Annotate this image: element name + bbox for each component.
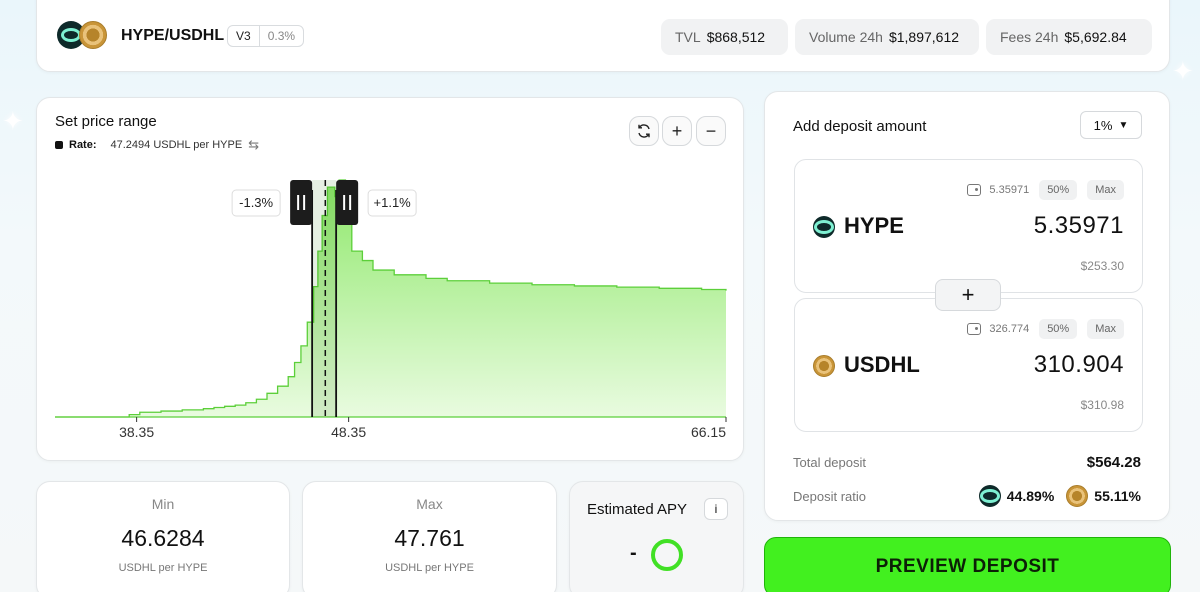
wallet-icon (967, 184, 982, 196)
rate-label: Rate: (69, 139, 97, 151)
deposit-ratio: 44.89% 55.11% (967, 485, 1141, 507)
amount-input[interactable]: 5.35971 (1034, 212, 1124, 240)
token-input-hype[interactable]: 5.35971 50% Max HYPE 5.35971 $253.30 (794, 159, 1143, 293)
total-deposit-value: $564.28 (1086, 454, 1141, 471)
preview-deposit-button[interactable]: PREVIEW DEPOSIT (764, 537, 1171, 592)
rate-value: 47.2494 USDHL per HYPE (110, 139, 243, 151)
balance-value: 5.35971 (989, 184, 1030, 196)
half-button[interactable]: 50% (1039, 319, 1078, 339)
pool-header: HYPE/USDHL V3 0.3% TVL $868,512 Volume 2… (36, 0, 1170, 72)
x-tick-label: 48.35 (331, 424, 366, 440)
usdhl-token-icon (813, 355, 835, 377)
min-price-input[interactable]: 46.6284 (37, 525, 289, 552)
token-name: HYPE (844, 213, 904, 238)
balance-value: 326.774 (989, 323, 1030, 335)
slippage-value: 1% (1093, 117, 1113, 133)
apy-ring-icon (651, 539, 683, 571)
reset-range-button[interactable] (629, 116, 659, 146)
ratio-usdhl: 55.11% (1066, 485, 1141, 507)
stat-label: Volume 24h (809, 29, 883, 45)
apy-title: Estimated APY (587, 501, 688, 518)
zoom-out-button[interactable]: − (696, 116, 726, 146)
ratio-hype-value: 44.89% (1006, 488, 1055, 504)
half-button[interactable]: 50% (1039, 180, 1078, 200)
stat-tvl: TVL $868,512 (661, 19, 788, 55)
estimated-apy-card: Estimated APY i - (569, 481, 744, 592)
pair-name: HYPE/USDHL (121, 27, 225, 44)
amount-input[interactable]: 310.904 (1034, 351, 1124, 379)
max-price-input[interactable]: 47.761 (303, 525, 556, 552)
usdhl-token-icon (1066, 485, 1089, 507)
plus-icon: + (935, 279, 1001, 311)
sparkle-icon: ✦ (1172, 56, 1194, 86)
stat-volume: Volume 24h $1,897,612 (795, 19, 979, 55)
min-range-handle[interactable] (290, 180, 313, 225)
selected-range (312, 180, 337, 417)
info-icon[interactable]: i (704, 498, 728, 520)
chevron-down-icon: ▼ (1118, 119, 1129, 131)
ratio-usdhl-value: 55.11% (1094, 488, 1141, 504)
stat-label: TVL (675, 29, 701, 45)
min-unit: USDHL per HYPE (118, 562, 208, 574)
zoom-in-button[interactable]: + (662, 116, 692, 146)
max-percent-label: +1.1% (374, 195, 412, 210)
total-deposit-label: Total deposit (793, 455, 866, 470)
token-input-usdhl[interactable]: 326.774 50% Max USDHL 310.904 $310.98 (794, 298, 1143, 432)
max-unit: USDHL per HYPE (385, 562, 474, 574)
usd-value: $310.98 (1080, 398, 1124, 412)
rate-marker-icon (55, 141, 63, 149)
zoom-in-icon: + (671, 120, 683, 141)
token-name: USDHL (844, 352, 920, 377)
max-title: Max (416, 496, 443, 512)
stat-value: $868,512 (706, 29, 766, 45)
refresh-icon (638, 124, 650, 138)
version-badge: V3 (228, 26, 260, 46)
slippage-select[interactable]: 1% ▼ (1080, 111, 1142, 139)
balance-row: 5.35971 50% Max (967, 180, 1124, 200)
x-tick-label: 66.15 (691, 424, 726, 440)
swap-direction-icon[interactable]: ⇆ (248, 137, 259, 153)
deposit-title: Add deposit amount (793, 118, 927, 135)
max-button[interactable]: Max (1087, 319, 1124, 339)
pair-icons (57, 21, 109, 51)
zoom-out-icon: − (705, 120, 717, 141)
price-range-card: 38.35 48.35 66.15 -1.3% +1.1% Set price rang… (36, 97, 744, 461)
max-range-handle[interactable] (336, 180, 359, 225)
min-price-card[interactable]: Min 46.6284 USDHL per HYPE (36, 481, 290, 592)
ratio-hype: 44.89% (978, 485, 1055, 507)
balance-row: 326.774 50% Max (967, 319, 1124, 339)
price-range-title: Set price range (55, 113, 157, 130)
deposit-ratio-label: Deposit ratio (793, 489, 866, 504)
deposit-card: Add deposit amount 1% ▼ 5.35971 50% Max … (764, 91, 1170, 521)
hype-token-icon (978, 485, 1001, 507)
stat-label: Fees 24h (1000, 29, 1059, 45)
rate-row: Rate: 47.2494 USDHL per HYPE ⇆ (55, 137, 259, 153)
min-percent-label: -1.3% (239, 195, 273, 210)
stat-fees: Fees 24h $5,692.84 (986, 19, 1152, 55)
stat-value: $5,692.84 (1064, 29, 1127, 45)
hype-token-icon (813, 216, 835, 238)
x-tick-label: 38.35 (119, 424, 154, 440)
wallet-icon (967, 323, 982, 335)
usdhl-token-icon (79, 21, 107, 49)
sparkle-icon: ✦ (2, 106, 24, 136)
stat-value: $1,897,612 (888, 29, 960, 45)
min-title: Min (151, 496, 175, 512)
pool-badges: V3 0.3% (227, 25, 305, 47)
max-button[interactable]: Max (1087, 180, 1124, 200)
usd-value: $253.30 (1080, 259, 1124, 273)
max-price-card[interactable]: Max 47.761 USDHL per HYPE (302, 481, 557, 592)
apy-value: - (630, 542, 637, 564)
fee-badge: 0.3% (267, 29, 296, 43)
